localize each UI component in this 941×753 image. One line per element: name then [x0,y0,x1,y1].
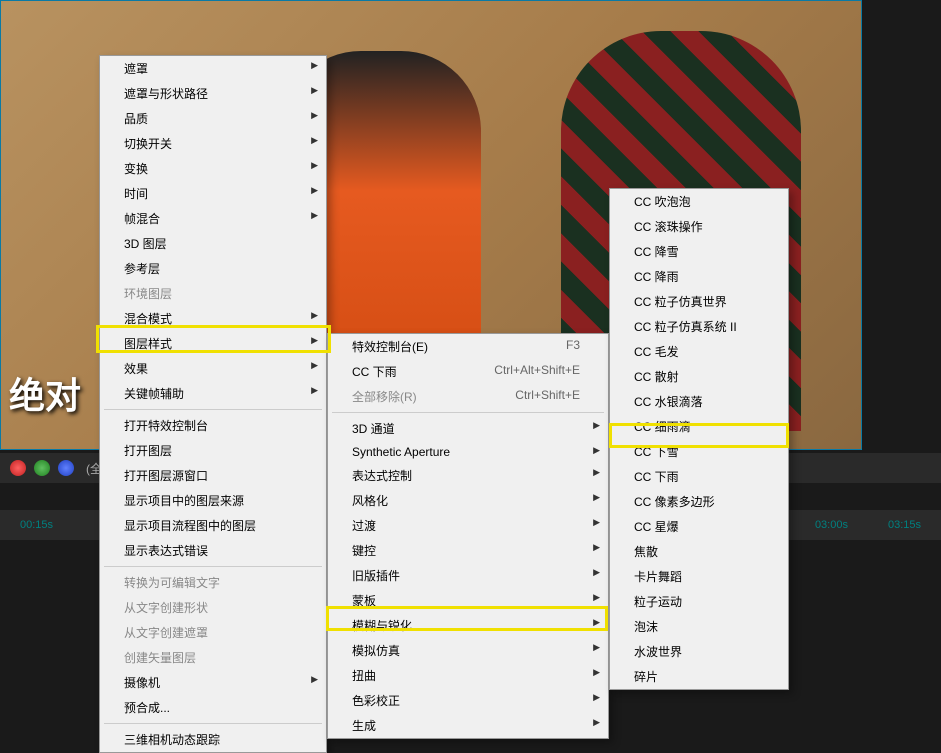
menu-item[interactable]: CC 星爆 [610,514,788,539]
menu-item[interactable]: 特效控制台(E)F3 [328,334,608,359]
menu-item[interactable]: 模糊与锐化 [328,613,608,638]
channel-green-icon[interactable] [34,460,50,476]
layer-context-menu: 遮罩遮罩与形状路径品质切换开关变换时间帧混合3D 图层参考层环境图层混合模式图层… [99,55,327,753]
menu-item[interactable]: CC 散射 [610,364,788,389]
timecode-marker: 00:15s [20,519,53,531]
menu-item[interactable]: 三维相机动态跟踪 [100,727,326,752]
menu-item[interactable]: 焦散 [610,539,788,564]
menu-item[interactable]: 生成 [328,713,608,738]
menu-item: 环境图层 [100,281,326,306]
menu-item[interactable]: 水波世界 [610,639,788,664]
menu-shortcut: Ctrl+Alt+Shift+E [494,363,580,377]
menu-item[interactable]: 风格化 [328,488,608,513]
menu-separator [104,723,322,724]
menu-item[interactable]: 显示项目中的图层来源 [100,488,326,513]
menu-item[interactable]: 打开图层源窗口 [100,463,326,488]
menu-item[interactable]: 旧版插件 [328,563,608,588]
menu-item[interactable]: 显示项目流程图中的图层 [100,513,326,538]
menu-item: 创建矢量图层 [100,645,326,670]
menu-item[interactable]: 过渡 [328,513,608,538]
menu-shortcut: F3 [566,338,580,352]
menu-item[interactable]: CC 毛发 [610,339,788,364]
menu-item[interactable]: 表达式控制 [328,463,608,488]
menu-item[interactable]: 品质 [100,106,326,131]
timecode-marker: 03:15s [888,519,921,531]
menu-item[interactable]: CC 下雨Ctrl+Alt+Shift+E [328,359,608,384]
menu-item[interactable]: 打开图层 [100,438,326,463]
menu-item: 转换为可编辑文字 [100,570,326,595]
menu-item[interactable]: 关键帧辅助 [100,381,326,406]
menu-item[interactable]: 泡沫 [610,614,788,639]
menu-item[interactable]: 粒子运动 [610,589,788,614]
menu-item[interactable]: 切换开关 [100,131,326,156]
channel-red-icon[interactable] [10,460,26,476]
menu-item[interactable]: Synthetic Aperture [328,441,608,463]
menu-item[interactable]: 参考层 [100,256,326,281]
menu-item[interactable]: 碎片 [610,664,788,689]
channel-blue-icon[interactable] [58,460,74,476]
menu-item: 全部移除(R)Ctrl+Shift+E [328,384,608,409]
menu-separator [332,412,604,413]
menu-item[interactable]: CC 降雪 [610,239,788,264]
menu-item[interactable]: 扭曲 [328,663,608,688]
menu-item[interactable]: 卡片舞蹈 [610,564,788,589]
menu-item[interactable]: CC 像素多边形 [610,489,788,514]
menu-item[interactable]: 帧混合 [100,206,326,231]
menu-item[interactable]: 预合成... [100,695,326,720]
menu-item[interactable]: 色彩校正 [328,688,608,713]
menu-item[interactable]: 遮罩与形状路径 [100,81,326,106]
menu-separator [104,566,322,567]
menu-item[interactable]: 模拟仿真 [328,638,608,663]
menu-item[interactable]: CC 吹泡泡 [610,189,788,214]
menu-item[interactable]: 摄像机 [100,670,326,695]
menu-item[interactable]: CC 细雨滴 [610,414,788,439]
menu-item[interactable]: CC 粒子仿真系统 II [610,314,788,339]
timecode-marker: 03:00s [815,519,848,531]
menu-item[interactable]: 3D 图层 [100,231,326,256]
video-subtitle: 绝对 [9,367,81,419]
menu-item[interactable]: 蒙板 [328,588,608,613]
menu-item[interactable]: CC 下雪 [610,439,788,464]
menu-item[interactable]: CC 粒子仿真世界 [610,289,788,314]
menu-item: 从文字创建形状 [100,595,326,620]
menu-item[interactable]: 3D 通道 [328,416,608,441]
menu-shortcut: Ctrl+Shift+E [515,388,580,402]
menu-item[interactable]: CC 降雨 [610,264,788,289]
menu-item[interactable]: 时间 [100,181,326,206]
menu-item[interactable]: 效果 [100,356,326,381]
menu-item[interactable]: 打开特效控制台 [100,413,326,438]
menu-item[interactable]: 变换 [100,156,326,181]
menu-item[interactable]: CC 水银滴落 [610,389,788,414]
menu-item[interactable]: CC 滚珠操作 [610,214,788,239]
menu-separator [104,409,322,410]
menu-item[interactable]: 混合模式 [100,306,326,331]
menu-item[interactable]: 遮罩 [100,56,326,81]
simulation-submenu: CC 吹泡泡CC 滚珠操作CC 降雪CC 降雨CC 粒子仿真世界CC 粒子仿真系… [609,188,789,690]
menu-item[interactable]: CC 下雨 [610,464,788,489]
menu-item[interactable]: 键控 [328,538,608,563]
menu-item[interactable]: 显示表达式错误 [100,538,326,563]
effects-submenu: 特效控制台(E)F3CC 下雨Ctrl+Alt+Shift+E全部移除(R)Ct… [327,333,609,739]
menu-item[interactable]: 图层样式 [100,331,326,356]
menu-item: 从文字创建遮罩 [100,620,326,645]
